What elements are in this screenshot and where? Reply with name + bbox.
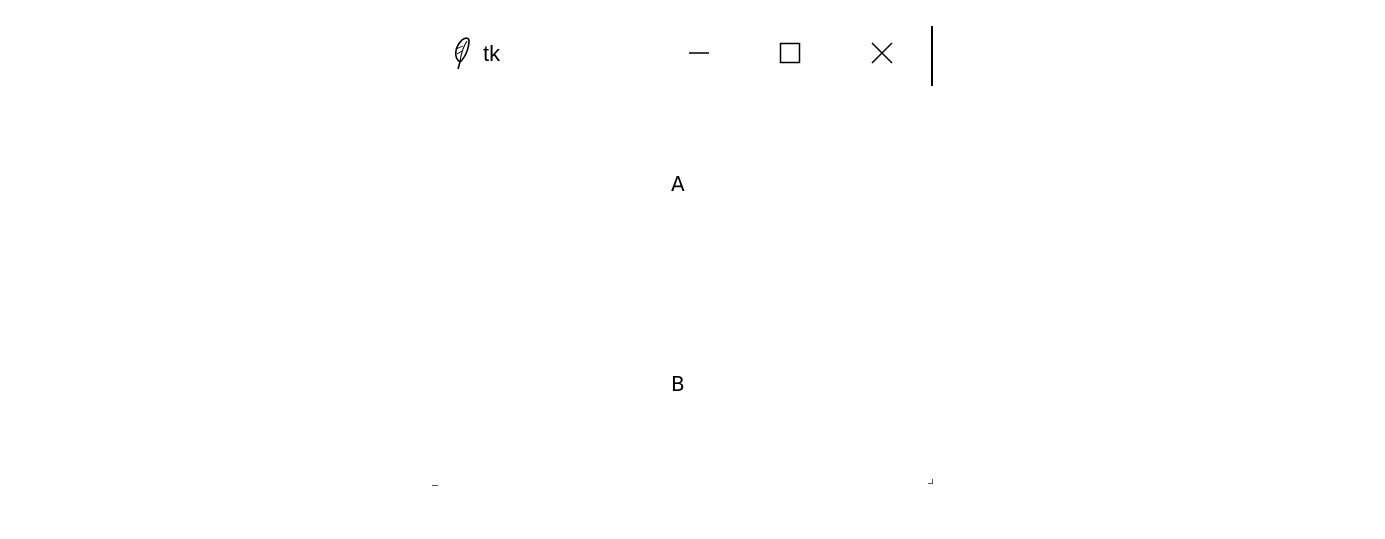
resize-grip[interactable]	[928, 479, 933, 484]
maximize-button[interactable]	[767, 28, 813, 78]
close-button[interactable]	[859, 28, 905, 78]
window-border	[931, 26, 933, 86]
minimize-button[interactable]	[676, 28, 722, 78]
tk-window: tk A B	[428, 22, 933, 490]
close-icon	[871, 42, 893, 64]
maximize-icon	[779, 42, 801, 64]
window-content: A B	[428, 86, 933, 490]
window-title: tk	[483, 41, 501, 66]
feather-icon[interactable]	[450, 36, 472, 72]
bottom-left-corner	[432, 485, 438, 486]
title-bar[interactable]: tk	[428, 22, 933, 86]
label-b: B	[671, 372, 685, 396]
label-a: A	[671, 172, 685, 196]
minimize-icon	[688, 42, 710, 64]
